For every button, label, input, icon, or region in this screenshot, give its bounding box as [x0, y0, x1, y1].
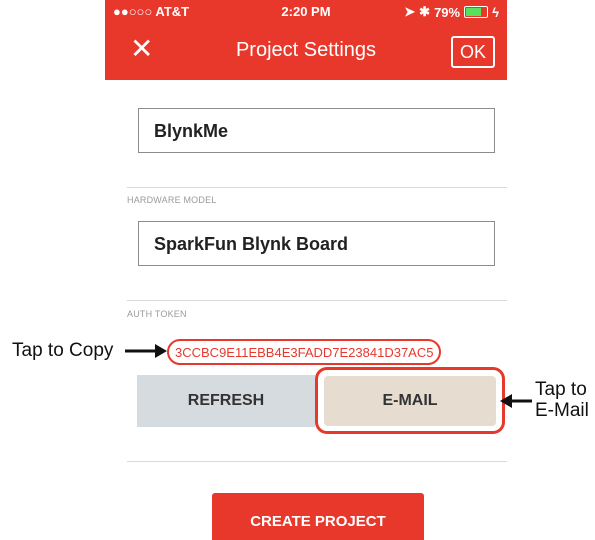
tap-to-email-annotation: Tap to E-Mail — [535, 379, 589, 421]
email-button[interactable]: E-MAIL — [324, 376, 496, 426]
page-title: Project Settings — [235, 39, 377, 61]
divider — [127, 300, 507, 301]
battery-percent: 79% — [434, 4, 461, 20]
divider — [127, 461, 507, 462]
divider — [127, 187, 507, 188]
auth-token-value[interactable]: 3CCBC9E11EBB4E3FADD7E23841D37AC5 — [167, 339, 442, 365]
battery-icon — [464, 6, 489, 18]
status-right: ➤ ✱ 79% ϟ — [404, 4, 499, 20]
tap-to-copy-annotation: Tap to Copy — [12, 340, 114, 361]
navbar: ✕ Project Settings OK — [105, 22, 507, 80]
phone-screen: ●●○○○ AT&T 2:20 PM ➤ ✱ 79% ϟ ✕ Project S… — [105, 0, 507, 540]
auth-token-label: AUTH TOKEN — [127, 309, 187, 319]
email-arrow-icon — [500, 394, 532, 408]
tap-to-email-line2: E-Mail — [535, 400, 589, 421]
create-project-button[interactable]: CREATE PROJECT — [212, 493, 424, 540]
refresh-button[interactable]: REFRESH — [137, 375, 315, 427]
ok-button[interactable]: OK — [451, 36, 495, 68]
charging-icon: ϟ — [492, 4, 499, 20]
bluetooth-icon: ✱ — [419, 4, 431, 19]
status-bar: ●●○○○ AT&T 2:20 PM ➤ ✱ 79% ϟ — [105, 0, 507, 22]
location-icon: ➤ — [404, 4, 416, 19]
hardware-model-label: HARDWARE MODEL — [127, 195, 217, 205]
project-name-input[interactable]: BlynkMe — [138, 108, 495, 153]
hardware-model-select[interactable]: SparkFun Blynk Board — [138, 221, 495, 266]
tap-to-email-line1: Tap to — [535, 379, 587, 400]
battery-fill — [466, 8, 482, 16]
copy-arrow-icon — [125, 344, 167, 358]
email-highlight: E-MAIL — [315, 367, 505, 434]
